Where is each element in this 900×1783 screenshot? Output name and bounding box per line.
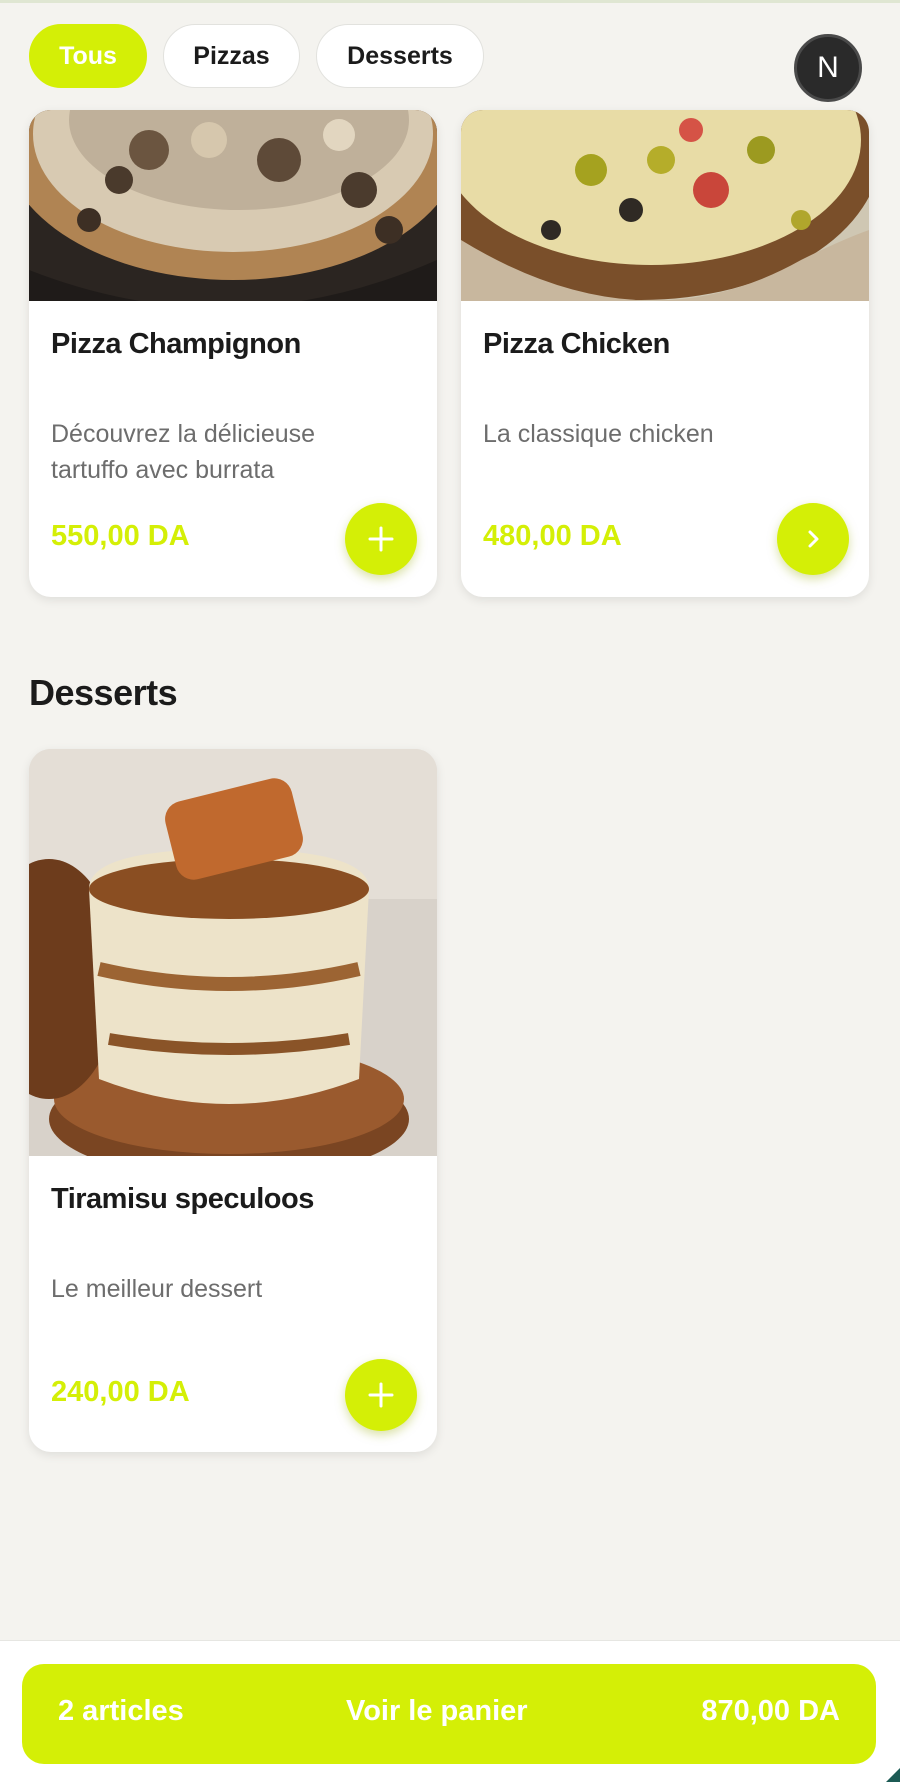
product-card-pizza-champignon[interactable]: Pizza Champignon Découvrez la délicieuse…: [29, 110, 437, 597]
product-price: 550,00 DA: [51, 520, 190, 552]
cart-view-label: Voir le panier: [346, 1695, 528, 1727]
corner-decoration: [886, 1768, 900, 1782]
add-to-cart-button[interactable]: [345, 1359, 417, 1431]
product-description: Le meilleur dessert: [51, 1275, 263, 1303]
section-title-desserts: Desserts: [29, 672, 178, 713]
product-title: Tiramisu speculoos: [51, 1183, 314, 1215]
view-product-button[interactable]: [777, 503, 849, 575]
category-chip-desserts[interactable]: Desserts: [316, 24, 484, 88]
category-chip-pizzas[interactable]: Pizzas: [163, 24, 300, 88]
pizza-champignon-image: [29, 110, 437, 301]
product-card-pizza-chicken[interactable]: Pizza Chicken La classique chicken 480,0…: [461, 110, 869, 597]
add-to-cart-button[interactable]: [345, 503, 417, 575]
product-description: La classique chicken: [483, 420, 714, 448]
chevron-right-icon: [808, 530, 819, 548]
cart-total: 870,00 DA: [701, 1695, 840, 1727]
plus-icon: [368, 1382, 394, 1408]
tiramisu-image: [29, 749, 437, 1156]
product-price: 480,00 DA: [483, 520, 622, 552]
product-title: Pizza Chicken: [483, 328, 670, 360]
view-cart-button[interactable]: 2 articles Voir le panier 870,00 DA: [22, 1664, 876, 1764]
product-description: Découvrez la délicieuse tartuffo avec bu…: [51, 420, 316, 484]
user-avatar[interactable]: N: [794, 34, 862, 102]
plus-icon: [368, 526, 394, 552]
category-chip-tous[interactable]: Tous: [29, 24, 147, 88]
top-divider: [0, 0, 900, 3]
product-title: Pizza Champignon: [51, 328, 301, 360]
pizza-chicken-image: [461, 110, 869, 301]
product-card-tiramisu[interactable]: Tiramisu speculoos Le meilleur dessert 2…: [29, 749, 437, 1452]
product-price: 240,00 DA: [51, 1376, 190, 1408]
cart-item-count: 2 articles: [58, 1695, 184, 1727]
